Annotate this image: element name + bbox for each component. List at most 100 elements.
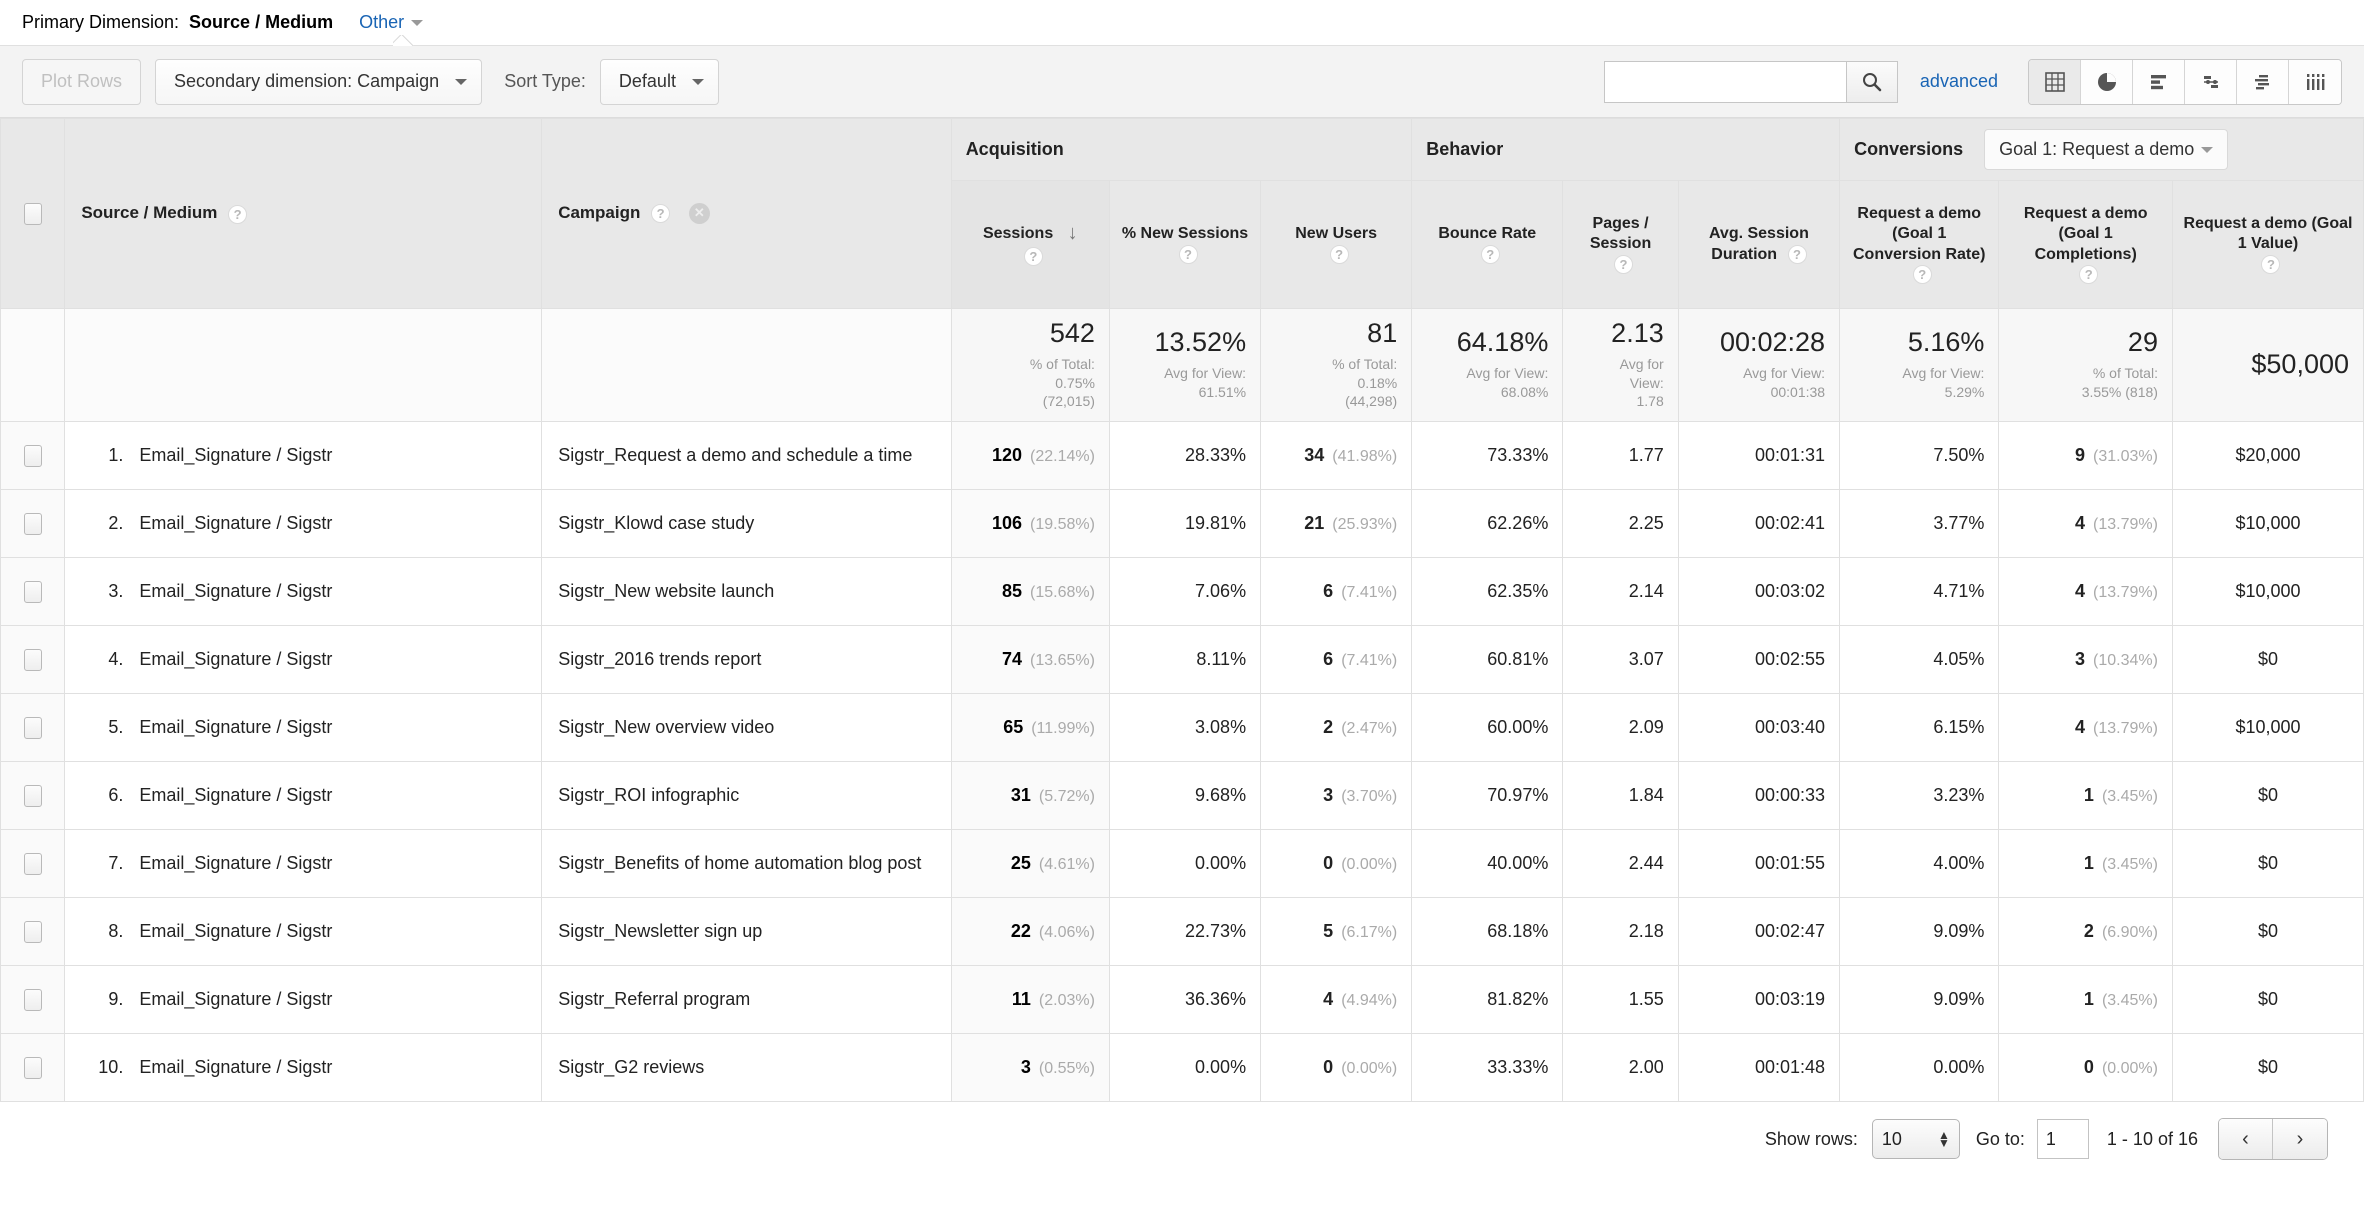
row-checkbox-cell[interactable] (0, 965, 66, 1035)
header-sessions[interactable]: Sessions ↓ ? (950, 180, 1110, 309)
row-new-sessions: 28.33% (1108, 421, 1262, 491)
primary-dimension-value[interactable]: Source / Medium (189, 12, 333, 33)
help-icon[interactable]: ? (228, 204, 248, 224)
primary-dimension-other[interactable]: Other (359, 12, 424, 33)
table-row[interactable]: 2. Email_Signature / Sigstr Sigstr_Klowd c… (0, 489, 2364, 559)
row-campaign[interactable]: Sigstr_New website launch (541, 557, 952, 627)
table-row[interactable]: 6. Email_Signature / Sigstr Sigstr_ROI inf… (0, 761, 2364, 831)
row-checkbox-cell[interactable] (0, 625, 66, 695)
table-row[interactable]: 7. Email_Signature / Sigstr Sigstr_Benefit… (0, 829, 2364, 899)
row-campaign[interactable]: Sigstr_ROI infographic (541, 761, 952, 831)
row-checkbox[interactable] (23, 852, 42, 875)
header-goal-completions[interactable]: Request a demo (Goal 1 Completions) ? (1998, 180, 2173, 309)
header-bounce-rate[interactable]: Bounce Rate ? (1411, 180, 1564, 309)
search-button[interactable] (1845, 60, 1898, 103)
table-row[interactable]: 4. Email_Signature / Sigstr Sigstr_2016 tr… (0, 625, 2364, 695)
header-avg-session-duration[interactable]: Avg. Session Duration ? (1677, 180, 1841, 309)
row-source-medium[interactable]: 7. Email_Signature / Sigstr (64, 829, 543, 899)
help-icon[interactable]: ? (1614, 255, 1634, 274)
row-source-medium[interactable]: 4. Email_Signature / Sigstr (64, 625, 543, 695)
row-checkbox[interactable] (23, 512, 42, 535)
row-source-medium[interactable]: 2. Email_Signature / Sigstr (64, 489, 543, 559)
row-checkbox[interactable] (23, 716, 42, 739)
goal-select-dropdown[interactable]: Goal 1: Request a demo (1984, 129, 2229, 170)
plot-rows-button[interactable]: Plot Rows (22, 58, 142, 105)
row-checkbox[interactable] (23, 920, 42, 943)
help-icon[interactable]: ? (651, 204, 671, 223)
row-campaign[interactable]: Sigstr_Benefits of home automation blog … (541, 829, 952, 899)
help-icon[interactable]: ? (1178, 244, 1198, 264)
row-campaign[interactable]: Sigstr_Klowd case study (541, 489, 952, 559)
row-source-medium[interactable]: 6. Email_Signature / Sigstr (64, 761, 543, 831)
help-icon[interactable]: ? (1329, 244, 1349, 264)
help-icon[interactable]: ? (1480, 244, 1500, 264)
row-source-medium[interactable]: 3. Email_Signature / Sigstr (64, 557, 543, 627)
row-campaign[interactable]: Sigstr_2016 trends report (541, 625, 952, 695)
row-checkbox-cell[interactable] (0, 557, 66, 627)
remove-secondary-dimension-icon[interactable]: ✕ (688, 203, 710, 224)
row-campaign[interactable]: Sigstr_Referral program (541, 965, 952, 1035)
search-input[interactable] (1603, 60, 1846, 103)
pie-chart-view-icon[interactable] (2081, 59, 2133, 104)
row-goal-value: $20,000 (2171, 421, 2364, 491)
header-source-medium[interactable]: Source / Medium ? (64, 118, 543, 309)
table-row[interactable]: 10. Email_Signature / Sigstr Sigstr_G2 rev… (0, 1033, 2364, 1103)
table-row[interactable]: 9. Email_Signature / Sigstr Sigstr_Referra… (0, 965, 2364, 1035)
help-icon[interactable]: ? (2261, 255, 2281, 274)
table-view-icon[interactable] (2029, 59, 2081, 104)
header-campaign[interactable]: Campaign ? ✕ (541, 118, 952, 309)
header-new-sessions[interactable]: % New Sessions ? (1108, 180, 1262, 309)
header-goal-value[interactable]: Request a demo (Goal 1 Value) ? (2171, 180, 2364, 309)
row-checkbox[interactable] (23, 648, 42, 671)
secondary-dimension-dropdown[interactable]: Secondary dimension: Campaign (155, 58, 483, 105)
row-sessions: 106 (19.58%) (950, 489, 1110, 559)
advanced-link[interactable]: advanced (1920, 71, 1998, 92)
row-campaign[interactable]: Sigstr_New overview video (541, 693, 952, 763)
row-checkbox-cell[interactable] (0, 693, 66, 763)
goto-page-input[interactable] (2036, 1119, 2089, 1160)
row-bounce-rate: 60.00% (1411, 693, 1564, 763)
table-row[interactable]: 5. Email_Signature / Sigstr Sigstr_New ove… (0, 693, 2364, 763)
table-row[interactable]: 1. Email_Signature / Sigstr Sigstr_Request… (0, 421, 2364, 491)
row-checkbox-cell[interactable] (0, 1033, 66, 1103)
row-checkbox[interactable] (23, 988, 42, 1011)
help-icon[interactable]: ? (1912, 265, 1932, 285)
table-row[interactable]: 3. Email_Signature / Sigstr Sigstr_New web… (0, 557, 2364, 627)
help-icon[interactable]: ? (2079, 265, 2099, 285)
row-checkbox-cell[interactable] (0, 421, 66, 491)
row-checkbox[interactable] (23, 784, 42, 807)
header-goal-conversion-rate[interactable]: Request a demo (Goal 1 Conversion Rate) … (1839, 180, 2000, 309)
table-row[interactable]: 8. Email_Signature / Sigstr Sigstr_Newslet… (0, 897, 2364, 967)
help-icon[interactable]: ? (1787, 244, 1807, 264)
next-page-button[interactable]: › (2273, 1119, 2327, 1160)
row-checkbox-cell[interactable] (0, 489, 66, 559)
row-source-medium[interactable]: 5. Email_Signature / Sigstr (64, 693, 543, 763)
row-source-medium[interactable]: 9. Email_Signature / Sigstr (64, 965, 543, 1035)
select-all-checkbox[interactable] (23, 202, 42, 225)
sort-type-dropdown[interactable]: Default (599, 58, 719, 105)
row-checkbox[interactable] (23, 580, 42, 603)
comparison-view-icon[interactable] (2185, 59, 2237, 104)
term-cloud-view-icon[interactable] (2237, 59, 2289, 104)
row-source-medium[interactable]: 8. Email_Signature / Sigstr (64, 897, 543, 967)
row-checkbox[interactable] (23, 444, 42, 467)
row-checkbox-cell[interactable] (0, 897, 66, 967)
row-campaign[interactable]: Sigstr_Newsletter sign up (541, 897, 952, 967)
row-checkbox-cell[interactable] (0, 761, 66, 831)
row-campaign[interactable]: Sigstr_G2 reviews (541, 1033, 952, 1103)
header-pages-session[interactable]: Pages / Session ? (1562, 180, 1679, 309)
row-source-medium[interactable]: 10. Email_Signature / Sigstr (64, 1033, 543, 1103)
row-new-users: 4 (4.94%) (1260, 965, 1413, 1035)
performance-view-icon[interactable] (2133, 59, 2185, 104)
row-goal-value: $0 (2171, 829, 2364, 899)
help-icon[interactable]: ? (1023, 247, 1043, 267)
pivot-view-icon[interactable] (2289, 59, 2341, 104)
row-campaign[interactable]: Sigstr_Request a demo and schedule a tim… (541, 421, 952, 491)
header-new-users[interactable]: New Users ? (1260, 180, 1413, 309)
row-checkbox[interactable] (23, 1056, 42, 1079)
show-rows-select[interactable]: 10 ▲ ▼ (1871, 1119, 1960, 1160)
row-checkbox-cell[interactable] (0, 829, 66, 899)
row-goal-value: $0 (2171, 625, 2364, 695)
row-source-medium[interactable]: 1. Email_Signature / Sigstr (64, 421, 543, 491)
previous-page-button[interactable]: ‹ (2219, 1119, 2273, 1160)
